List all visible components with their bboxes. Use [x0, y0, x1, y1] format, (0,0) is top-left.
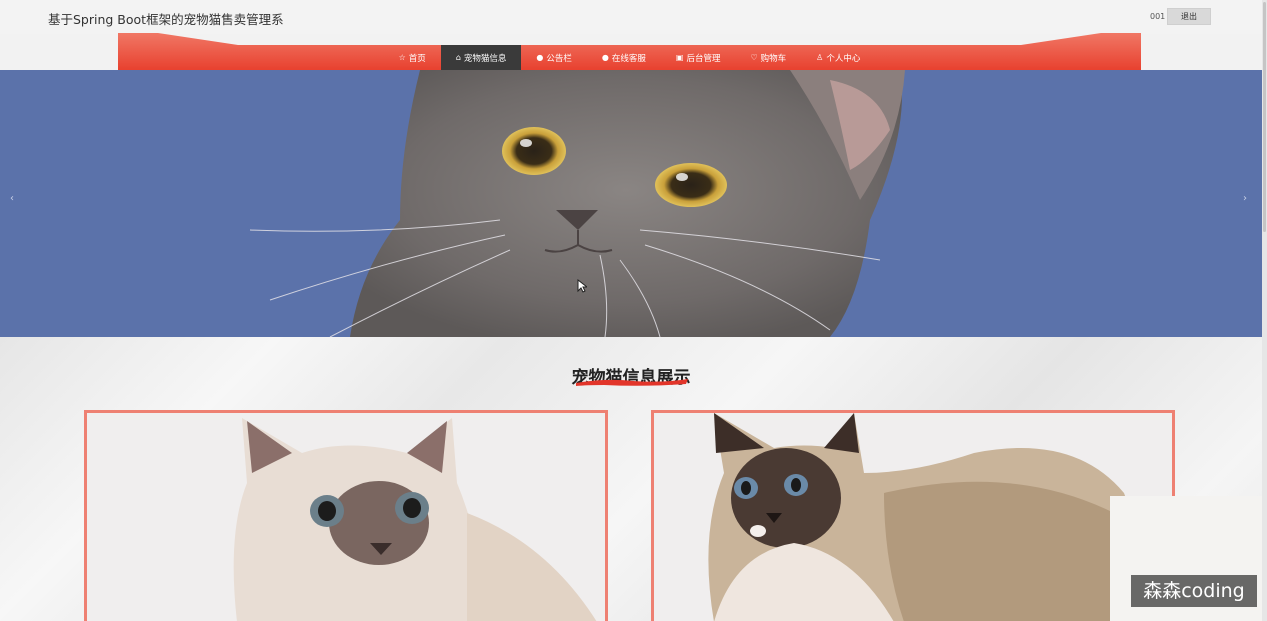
title-underline: [576, 379, 688, 386]
main-nav: ☆ 首页 ⌂ 宠物猫信息 ● 公告栏 ● 在线客服 ▣ 后台管理 ♡ 购物车 ♙…: [118, 33, 1141, 70]
gift-icon: ▣: [675, 53, 684, 62]
user-icon: ♙: [816, 53, 824, 62]
banner-carousel[interactable]: ‹ ›: [0, 70, 1262, 337]
cart-icon: ♡: [750, 53, 758, 62]
nav-item-profile[interactable]: ♙ 个人中心: [801, 45, 875, 70]
cat-card-image: [708, 413, 1172, 621]
cat-card[interactable]: [651, 410, 1175, 621]
bag-icon: ⌂: [455, 53, 461, 62]
top-bar: 基于Spring Boot框架的宠物猫售卖管理系 001 退出: [0, 0, 1267, 34]
nav-item-label: 购物车: [760, 53, 787, 64]
logout-button[interactable]: 退出: [1167, 8, 1211, 25]
nav-item-label: 首页: [408, 53, 426, 64]
carousel-prev-icon[interactable]: ‹: [10, 193, 14, 204]
nav-item-label: 公告栏: [546, 53, 572, 64]
user-id: 001: [1150, 12, 1166, 21]
mouse-cursor-icon: [577, 279, 587, 293]
nav-item-cat-info[interactable]: ⌂ 宠物猫信息: [440, 45, 522, 70]
nav-item-label: 宠物猫信息: [463, 53, 507, 64]
nav-item-label: 后台管理: [686, 53, 721, 64]
nav-item-notice[interactable]: ● 公告栏: [521, 45, 587, 70]
star-icon: ☆: [398, 53, 406, 62]
cat-info-section: 宠物猫信息展示: [0, 337, 1262, 621]
scrollbar-thumb[interactable]: [1263, 2, 1266, 232]
info-icon: ●: [536, 53, 544, 62]
watermark: 森森coding: [1131, 575, 1257, 607]
nav-item-label: 个人中心: [826, 53, 861, 64]
nav-item-support[interactable]: ● 在线客服: [587, 45, 661, 70]
carousel-next-icon[interactable]: ›: [1243, 193, 1247, 204]
nav-item-label: 在线客服: [611, 53, 646, 64]
cat-card[interactable]: [84, 410, 608, 621]
nav-item-home[interactable]: ☆ 首页: [384, 45, 441, 70]
site-title: 基于Spring Boot框架的宠物猫售卖管理系: [48, 12, 284, 27]
nav-item-admin[interactable]: ▣ 后台管理: [661, 45, 736, 70]
banner-cat-image: [249, 70, 905, 337]
nav-item-cart[interactable]: ♡ 购物车: [735, 45, 801, 70]
cat-card-image: [233, 418, 597, 621]
question-icon: ●: [601, 53, 609, 62]
